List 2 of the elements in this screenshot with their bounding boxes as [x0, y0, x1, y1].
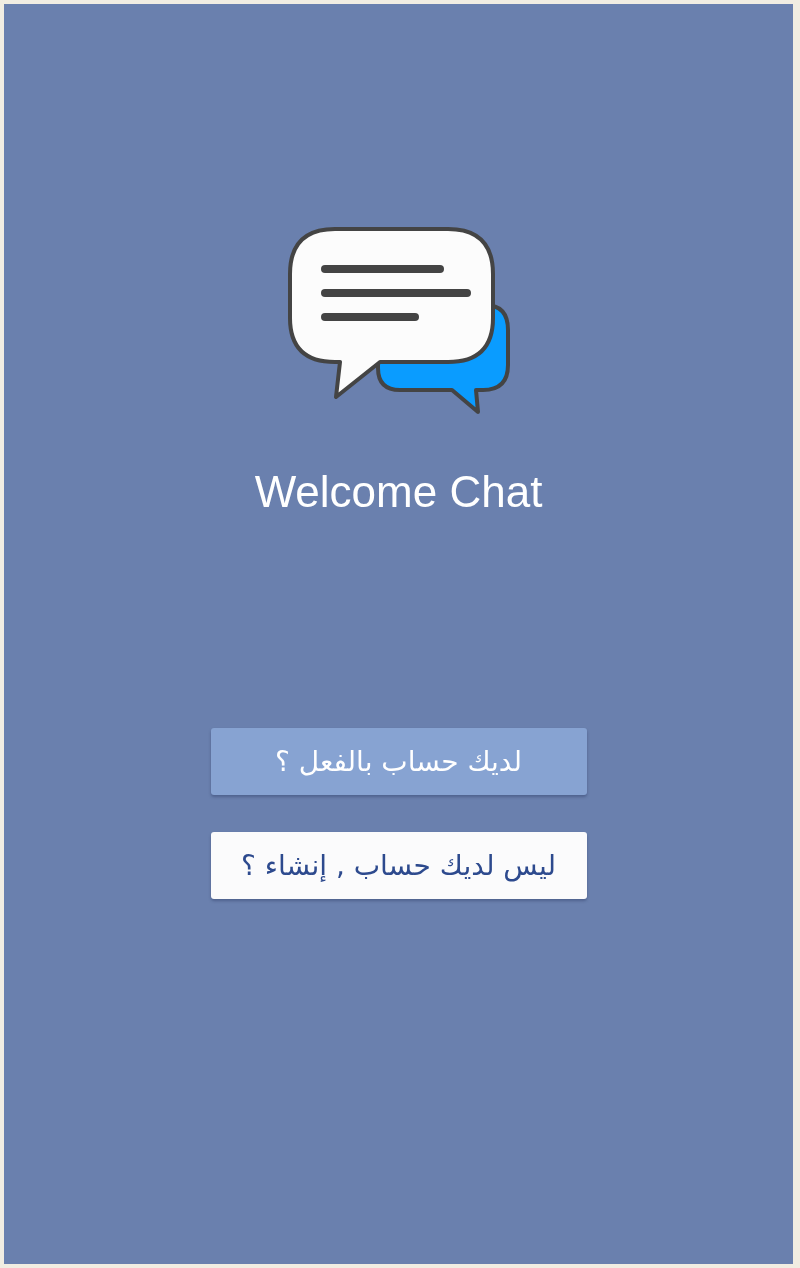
app-title: Welcome Chat [254, 466, 543, 518]
create-account-button[interactable]: ليس لديك حساب , إنشاء ؟ [210, 832, 587, 899]
